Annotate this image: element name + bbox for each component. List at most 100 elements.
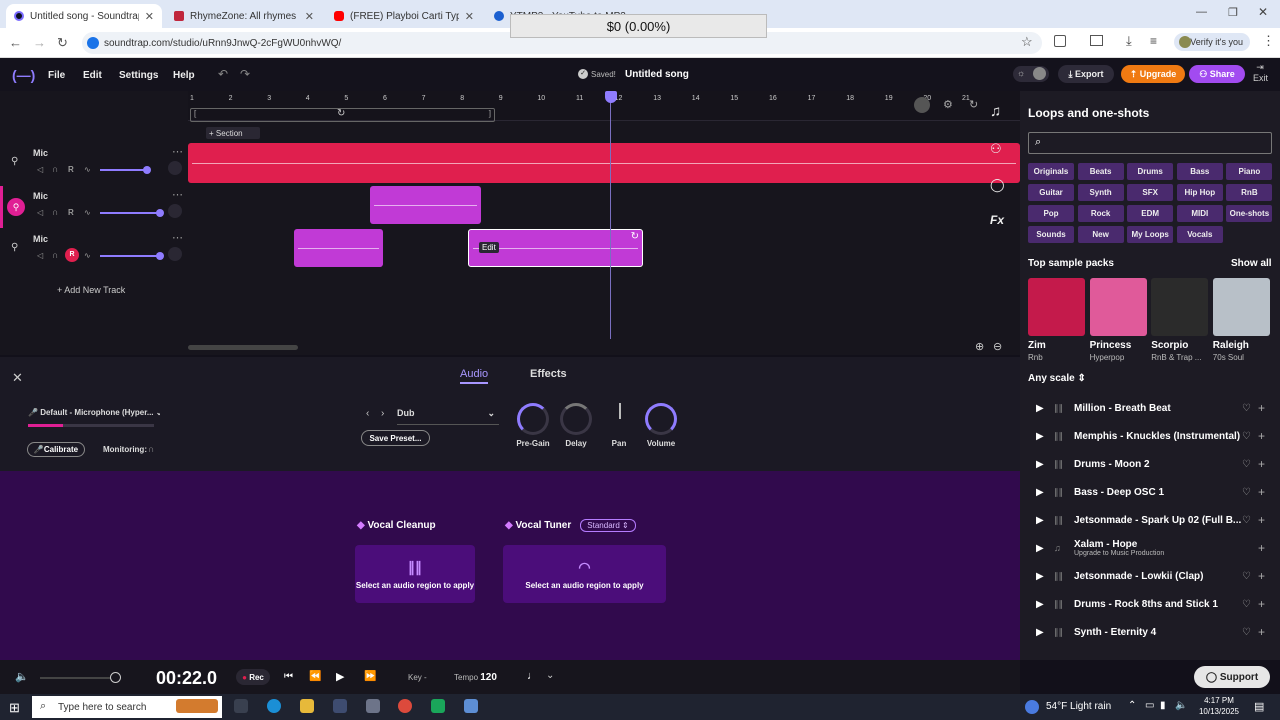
pack-name[interactable]: Scorpio xyxy=(1151,340,1188,351)
mute-icon[interactable]: ◁ xyxy=(37,208,43,217)
volume-slider[interactable] xyxy=(100,255,162,257)
category-button[interactable]: My Loops xyxy=(1127,226,1174,243)
pack-cover[interactable] xyxy=(1028,278,1085,336)
loop-row[interactable]: ▶ ∥∥ Jetsonmade - Spark Up 02 (Full B... ♡ + xyxy=(1020,506,1276,534)
master-volume-slider[interactable] xyxy=(40,677,118,679)
tab-effects[interactable]: Effects xyxy=(530,368,567,380)
loop-row[interactable]: ▶ ∥∥ Jetsonmade - Lowkii (Clap) ♡ + xyxy=(1020,562,1276,590)
volume-tray-icon[interactable]: 🔈 xyxy=(1175,700,1187,711)
category-button[interactable]: New xyxy=(1077,226,1124,243)
weather-text[interactable]: 54°F Light rain xyxy=(1046,701,1111,712)
add-icon[interactable]: + xyxy=(1258,597,1276,611)
volume-handle[interactable] xyxy=(143,166,151,174)
playhead-handle[interactable] xyxy=(605,91,617,103)
record-arm-icon[interactable]: R xyxy=(68,208,74,217)
zoom-in-icon[interactable]: ⊕ xyxy=(975,340,984,353)
heart-icon[interactable]: ♡ xyxy=(1242,403,1258,414)
prev-preset-icon[interactable]: ‹ xyxy=(366,408,369,419)
play-icon[interactable]: ▶ xyxy=(1036,543,1046,554)
save-preset-button[interactable]: Save Preset... xyxy=(361,430,430,446)
pack-cover[interactable] xyxy=(1089,278,1147,336)
loop-row[interactable]: ▶ ∥∥ Drums - Moon 2 ♡ + xyxy=(1020,450,1276,478)
collaborators-icon[interactable]: ⚇ xyxy=(990,141,1002,157)
bookmark-star-icon[interactable]: ☆ xyxy=(1021,34,1033,50)
headphones-icon[interactable]: ∩ xyxy=(52,250,58,260)
pan-knob[interactable] xyxy=(168,204,182,218)
tuner-mode-select[interactable]: Standard ⇕ xyxy=(580,519,636,532)
add-icon[interactable]: + xyxy=(1258,429,1276,443)
menu-settings[interactable]: Settings xyxy=(119,70,158,81)
track-menu-icon[interactable]: ⋯ xyxy=(172,145,183,158)
playhead[interactable] xyxy=(610,91,611,339)
audio-clip-1[interactable] xyxy=(188,143,1020,183)
volume-slider[interactable] xyxy=(100,212,162,214)
tab-audio[interactable]: Audio xyxy=(460,368,489,384)
add-icon[interactable]: + xyxy=(1258,457,1276,471)
chevron-down-icon[interactable]: ⌄ xyxy=(546,670,554,681)
battery-icon[interactable]: ▮ xyxy=(1160,700,1166,711)
forward-icon[interactable]: → xyxy=(33,35,46,50)
master-volume-handle[interactable] xyxy=(110,672,121,683)
tab-search-icon[interactable] xyxy=(1090,35,1103,46)
metronome-toggle-icon[interactable]: ♩ xyxy=(527,670,538,682)
windows-start-icon[interactable]: ⊞ xyxy=(9,700,20,716)
audio-clip-4-selected[interactable]: Edit ↻ xyxy=(468,229,643,267)
record-button[interactable]: ● Rec xyxy=(236,669,270,685)
metronome-icon[interactable] xyxy=(914,97,930,113)
loop-start-icon[interactable]: [ xyxy=(194,109,196,118)
category-button[interactable]: Bass xyxy=(1176,163,1223,180)
heart-icon[interactable]: ♡ xyxy=(1242,515,1258,526)
track-header-3[interactable]: ⚲ Mic ⋯ ◁ ∩ R ∿ xyxy=(0,229,188,271)
automation-icon[interactable]: ∿ xyxy=(84,251,91,260)
back-icon[interactable]: ← xyxy=(9,35,22,50)
input-device-select[interactable]: 🎤 Default - Microphone (Hyper... ⌄ xyxy=(28,408,160,417)
tray-chevron-icon[interactable]: ⌃ xyxy=(1128,700,1136,711)
automation-icon[interactable]: ∿ xyxy=(84,208,91,217)
speaker-icon[interactable]: 🔈 xyxy=(15,670,29,683)
verify-button[interactable]: Verify it's you xyxy=(1174,33,1250,51)
reload-icon[interactable]: ↻ xyxy=(57,35,68,51)
vocal-cleanup-card[interactable]: ∥∥ Select an audio region to apply xyxy=(355,545,475,603)
loop-row[interactable]: ▶ ∥∥ Million - Breath Beat ♡ + xyxy=(1020,394,1276,422)
add-icon[interactable]: + xyxy=(1258,569,1276,583)
mute-icon[interactable]: ◁ xyxy=(37,251,43,260)
loop-end-icon[interactable]: ] xyxy=(489,109,491,118)
menu-file[interactable]: File xyxy=(48,70,65,81)
heart-icon[interactable]: ♡ xyxy=(1242,571,1258,582)
next-preset-icon[interactable]: › xyxy=(381,408,384,419)
tab-soundtrap[interactable]: Untitled song - Soundtrap ✕ xyxy=(6,4,162,28)
track-name[interactable]: Mic xyxy=(33,148,48,158)
category-button[interactable]: Vocals xyxy=(1176,226,1223,243)
headphones-icon[interactable]: ∩ xyxy=(52,164,58,174)
notifications-icon[interactable]: ▤ xyxy=(1254,700,1264,713)
calibrate-button[interactable]: 🎤 Calibrate xyxy=(27,442,85,457)
music-note-icon[interactable]: ♫ xyxy=(990,103,1001,120)
add-icon[interactable]: + xyxy=(1258,401,1276,415)
pack-name[interactable]: Princess xyxy=(1090,340,1132,351)
site-info-icon[interactable] xyxy=(87,37,99,49)
loop-toggle-icon[interactable]: ↻ xyxy=(337,108,345,119)
heart-icon[interactable]: ♡ xyxy=(1242,627,1258,638)
upgrade-button[interactable]: ⇡ Upgrade xyxy=(1121,65,1185,83)
track-name[interactable]: Mic xyxy=(33,234,48,244)
add-icon[interactable]: + xyxy=(1258,485,1276,499)
pack-name[interactable]: Zim xyxy=(1028,340,1046,351)
category-button[interactable]: RnB xyxy=(1226,184,1273,201)
play-icon[interactable]: ▶ xyxy=(1036,459,1046,470)
add-track-button[interactable]: + Add New Track xyxy=(57,285,125,295)
support-button[interactable]: ◯ Support xyxy=(1194,666,1270,688)
fast-forward-icon[interactable]: ⏩ xyxy=(364,671,376,682)
menu-help[interactable]: Help xyxy=(173,70,195,81)
play-icon[interactable]: ▶ xyxy=(1036,515,1046,526)
scale-select[interactable]: Any scale ⇕ xyxy=(1028,373,1086,384)
loop-region[interactable]: [ ↻ ] xyxy=(190,108,495,122)
settings-gear-icon[interactable]: ⚙ xyxy=(943,98,953,111)
file-explorer-icon[interactable] xyxy=(300,699,314,713)
app-icon[interactable] xyxy=(431,699,445,713)
download-icon[interactable]: ⤓ xyxy=(1126,33,1132,49)
edge-icon[interactable] xyxy=(267,699,281,713)
category-button[interactable]: Sounds xyxy=(1028,226,1074,243)
pack-name[interactable]: Raleigh xyxy=(1213,340,1249,351)
link-icon[interactable]: ⚲ xyxy=(11,156,18,167)
pan-knob[interactable] xyxy=(168,161,182,175)
